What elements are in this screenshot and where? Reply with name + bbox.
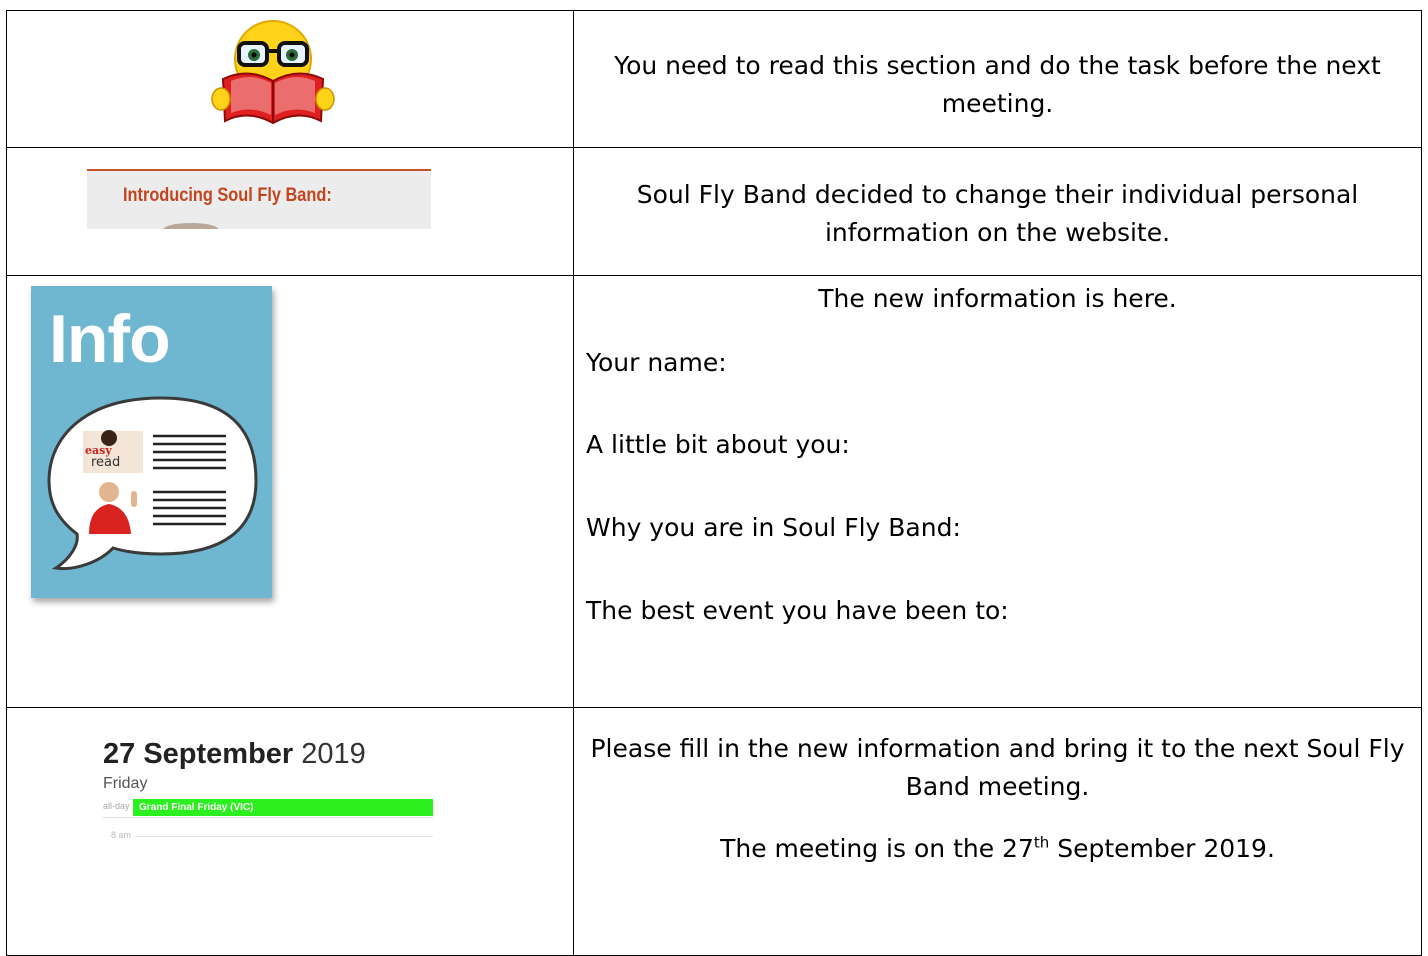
your-name-label: Your name: [586, 348, 727, 377]
table-row: 27 September 2019 Friday all-day Grand F… [6, 707, 1422, 956]
calendar-date-bold: 27 September [103, 738, 294, 770]
info-heading: The new information is here. [818, 284, 1177, 313]
band-change-text: Soul Fly Band decided to change their in… [636, 180, 1359, 247]
badge-read: read [91, 455, 120, 470]
calendar-widget: 27 September 2019 Friday all-day Grand F… [103, 738, 433, 850]
hour-label: 8 am [111, 830, 132, 840]
best-event-label: The best event you have been to: [586, 596, 1009, 625]
reading-book-emoji-icon [203, 17, 343, 127]
calendar-event[interactable]: Grand Final Friday (VIC) [133, 799, 433, 816]
emoji-cell [6, 10, 574, 148]
info-form-cell: The new information is here. Your name: … [573, 275, 1422, 708]
calendar-cell: 27 September 2019 Friday all-day Grand F… [6, 707, 574, 956]
hour-row: 8 am [103, 830, 433, 850]
table-row: Introducing Soul Fly Band: Soul Fly Band… [6, 147, 1422, 276]
fill-in-text: Please fill in the new information and b… [590, 734, 1405, 801]
instruction-text: You need to read this section and do the… [614, 51, 1381, 118]
introducing-banner: Introducing Soul Fly Band: [87, 169, 431, 229]
banner-cell: Introducing Soul Fly Band: [6, 147, 574, 276]
meeting-date-post: September 2019. [1049, 834, 1275, 863]
band-change-cell: Soul Fly Band decided to change their in… [573, 147, 1422, 276]
calendar-date: 27 September 2019 [103, 738, 433, 771]
meeting-cell: Please fill in the new information and b… [573, 707, 1422, 956]
info-poster: Info easy read [31, 286, 272, 598]
info-poster-cell: Info easy read [6, 275, 574, 708]
instruction-cell: You need to read this section and do the… [573, 10, 1422, 148]
why-band-label: Why you are in Soul Fly Band: [586, 513, 961, 542]
meeting-date-text: The meeting is on the 27th September 201… [574, 806, 1421, 868]
hour-line [135, 836, 433, 837]
table-row: You need to read this section and do the… [6, 10, 1422, 148]
all-day-label: all-day [103, 801, 130, 811]
banner-photo-crop [163, 223, 219, 229]
info-speech-bubble-icon: easy read [47, 396, 258, 571]
table-row: Info easy read The new information is he… [6, 275, 1422, 708]
meeting-date-sup: th [1033, 833, 1050, 852]
calendar-year: 2019 [301, 738, 366, 770]
calendar-weekday: Friday [103, 775, 148, 792]
banner-title: Introducing Soul Fly Band: [123, 185, 332, 206]
all-day-row: all-day Grand Final Friday (VIC) [103, 799, 433, 818]
about-you-label: A little bit about you: [586, 430, 850, 459]
meeting-date-pre: The meeting is on the 27 [720, 834, 1034, 863]
task-table: You need to read this section and do the… [6, 10, 1422, 956]
